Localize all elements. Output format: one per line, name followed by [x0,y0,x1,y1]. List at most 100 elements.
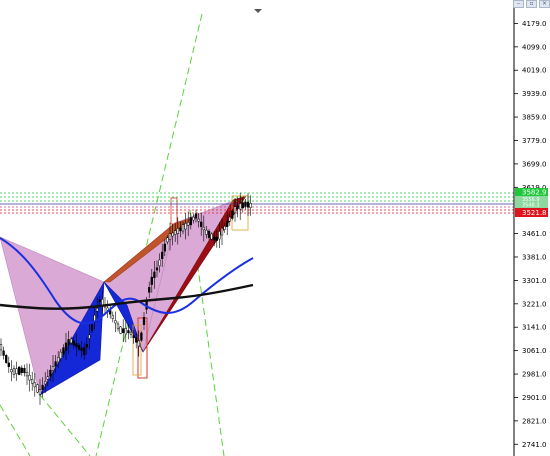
price-scale[interactable]: 4179.0 4099.0 4019.0 3939.0 3859.0 3779.0 3699… [513,0,547,456]
price-tick-label: 3301.0 [522,277,547,285]
candle-body [184,223,187,230]
close-icon[interactable]: × [539,0,550,8]
candle-body [161,251,164,259]
candle-body [38,389,42,395]
window-controls: – ▫ × [513,0,550,8]
candle-body [2,350,5,356]
candle-body [200,221,203,227]
candle-body [25,372,29,377]
target-zone-box [170,197,178,225]
candle-body [20,367,23,373]
candle-body [244,201,247,207]
candle-body [57,357,60,363]
candle-body [98,299,101,303]
candle-body [189,217,192,226]
candle-body [153,271,156,279]
candle-body [127,330,130,334]
candle-body [202,226,205,231]
candle-body [192,216,195,221]
candle-body [72,340,75,346]
candle-body [163,243,166,252]
price-tick-label: 3859.0 [522,114,547,122]
candle-body [85,344,88,348]
price-tick-label: 3779.0 [522,137,547,145]
candle-body [80,347,83,351]
price-tick-label: 4099.0 [522,43,547,51]
candle-body [148,287,151,293]
restore-icon[interactable]: ▫ [526,0,537,8]
candle-body [59,351,62,359]
candle-body [88,334,91,339]
candle-body [223,226,226,230]
candle-body [174,230,177,235]
candle-body [90,324,94,332]
price-tick-label: 3461.0 [522,230,547,238]
candle-body [197,218,200,222]
price-tick-label: 3939.0 [522,90,547,98]
price-tick-label: 3699.0 [522,160,547,168]
candle-body [187,222,190,226]
candle-body [233,206,237,214]
candle-body [205,229,208,235]
candle-body [44,380,47,385]
candle-body [114,320,117,324]
candle-body [122,328,125,333]
candle-body [7,362,10,367]
candle-body [155,267,159,271]
minimize-icon[interactable]: – [513,0,524,8]
candle-body [137,340,140,347]
price-tick-label: 4019.0 [522,67,547,75]
candle-body [181,224,185,232]
chart-shift-marker[interactable] [254,9,262,13]
candle-body [75,343,78,348]
price-tick-label: 2981.0 [522,371,547,379]
candle-body [140,332,143,341]
candle-body [5,355,8,363]
price-badge-green-text: 3582.9 [522,189,547,197]
candle-body [249,203,252,208]
candle-body [142,317,146,325]
candle-body [218,231,221,240]
candle-body [215,236,218,241]
price-tick-label: 2821.0 [522,417,547,425]
candle-body [51,366,55,371]
candle-body [129,331,133,335]
candle-body [15,368,18,374]
candle-body [213,236,216,241]
candle-body [241,202,244,209]
price-tick-label: 3061.0 [522,347,547,355]
candle-body [119,326,122,334]
price-badge-red-text: 3521.8 [522,209,547,217]
candle-body [33,382,36,388]
candle-body [41,384,44,390]
price-tick-label: 4179.0 [522,20,547,28]
candle-body [132,335,135,339]
candle-body [228,216,231,222]
candle-body [77,344,81,350]
candle-body [54,361,57,367]
candle-body [236,205,239,210]
candle-body [83,347,86,356]
candle-body [124,327,127,335]
candle-body [62,347,65,355]
candle-body [158,259,161,267]
candle-body [31,379,34,384]
candle-body [111,315,114,319]
candle-body [116,323,120,330]
candle-body [226,220,229,227]
candle-body [150,276,153,285]
guide-line [39,394,91,456]
candle-body [168,233,172,240]
price-chart[interactable]: 4179.0 4099.0 4019.0 3939.0 3859.0 3779.0 3699… [0,0,550,456]
candle-body [207,230,211,238]
candle-body [64,342,68,351]
candle-body [135,337,138,343]
candle-body [49,369,52,377]
candle-body [166,237,169,243]
price-tick-label: 3221.0 [522,300,547,308]
guide-line [0,404,31,456]
candle-body [67,339,70,346]
candle-body [28,375,31,381]
candle-body [18,366,21,375]
chart-canvas[interactable]: 4179.0 4099.0 4019.0 3939.0 3859.0 3779.0 3699… [0,0,550,456]
